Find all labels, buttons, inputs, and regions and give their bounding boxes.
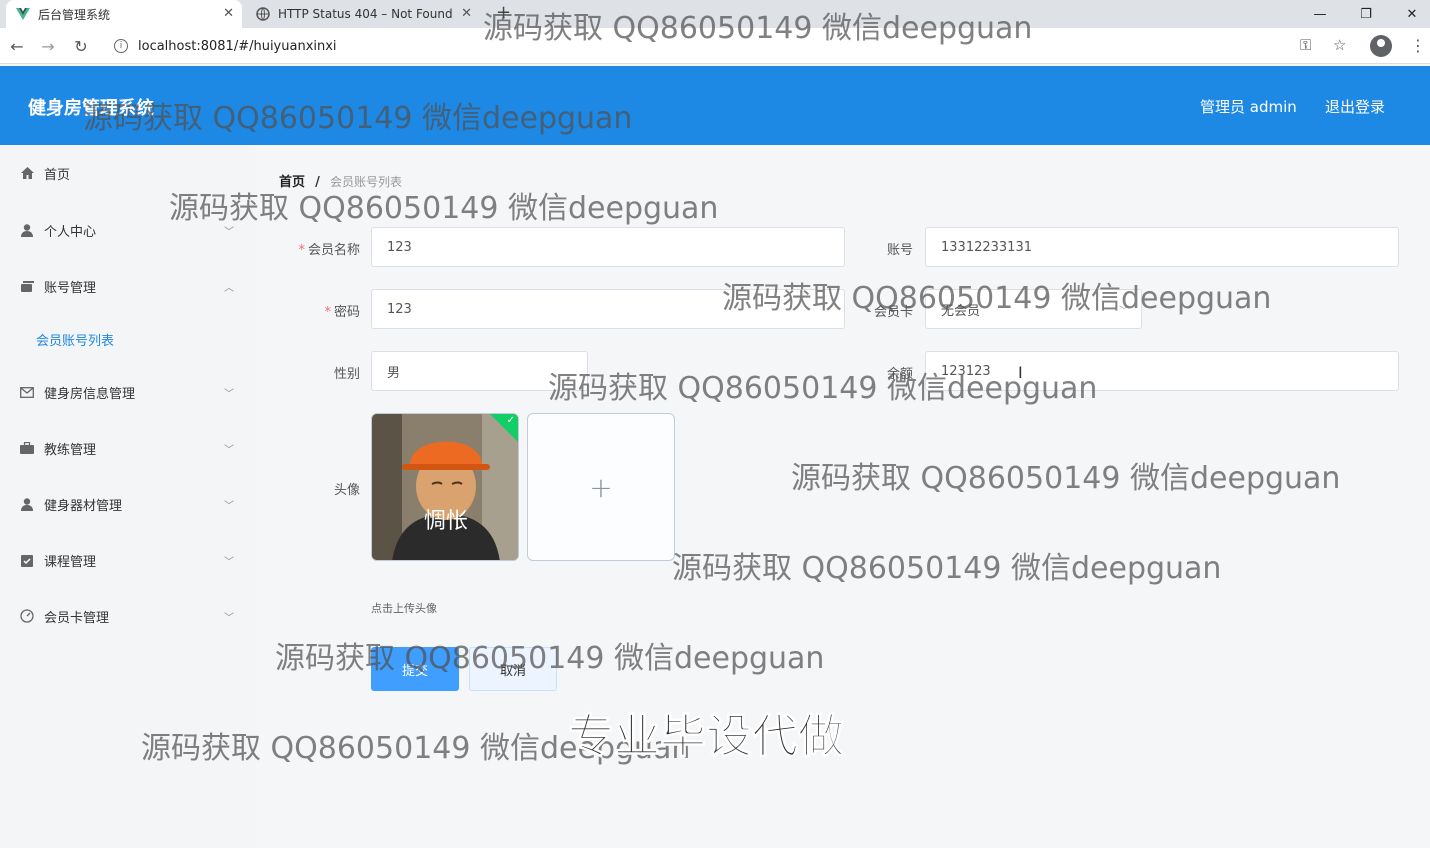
current-user: 管理员 admin — [1200, 98, 1297, 116]
account-icon — [20, 279, 34, 293]
chevron-down-icon: ﹀ — [1119, 306, 1129, 317]
cancel-button[interactable]: 取消 — [469, 647, 557, 691]
plus-icon: + — [589, 470, 613, 504]
sidebar-subitem-member-accounts[interactable]: 会员账号列表 — [36, 330, 114, 349]
name-label: * 会员名称 — [298, 243, 360, 258]
breadcrumb: 首页 / 会员账号列表 — [279, 171, 402, 190]
window-close-icon[interactable]: ✕ — [1389, 0, 1430, 28]
account-label: 账号 — [886, 243, 913, 258]
address-bar: ← → ↻ i localhost:8081/#/huiyuanxinxi ⚿ … — [0, 28, 1430, 64]
card-select[interactable]: 无会员 ﹀ — [925, 289, 1142, 329]
sidebar-item-gym-info[interactable]: 健身房信息管理 ﹀ — [0, 372, 255, 412]
logout-link[interactable]: 退出登录 — [1325, 96, 1385, 117]
gender-select[interactable]: 男 — [371, 351, 588, 391]
avatar-upload-button[interactable]: + — [527, 413, 675, 561]
sidebar-item-equipment[interactable]: 健身器材管理 ﹀ — [0, 484, 255, 524]
sidebar-item-label: 健身房信息管理 — [44, 386, 136, 402]
tab-close-icon[interactable]: ✕ — [461, 6, 472, 21]
upload-tip: 点击上传头像 — [371, 602, 437, 615]
star-icon[interactable]: ☆ — [1333, 36, 1346, 54]
user-icon — [20, 223, 34, 237]
chevron-down-icon: ﹀ — [224, 612, 234, 624]
mail-icon — [20, 385, 34, 399]
sidebar-item-label: 会员卡管理 — [44, 610, 110, 626]
chevron-down-icon: ﹀ — [224, 500, 234, 512]
vue-logo-icon — [16, 7, 30, 21]
breadcrumb-separator: / — [315, 175, 320, 190]
avatar-caption: 惆怅 — [424, 509, 468, 534]
sidebar-item-courses[interactable]: 课程管理 ﹀ — [0, 540, 255, 580]
password-input[interactable]: 123 — [371, 289, 845, 329]
browser-tab-title: HTTP Status 404 – Not Found — [278, 7, 453, 21]
sidebar-item-label: 首页 — [44, 167, 71, 183]
app-header: 健身房管理系统 管理员 admin 退出登录 — [0, 66, 1430, 145]
briefcase-icon — [20, 441, 34, 455]
sidebar-item-member-cards[interactable]: 会员卡管理 ﹀ — [0, 596, 255, 636]
url-text: localhost:8081/#/huiyuanxinxi — [138, 38, 337, 54]
breadcrumb-current: 会员账号列表 — [330, 175, 403, 189]
chevron-down-icon: ﹀ — [224, 226, 234, 238]
chevron-down-icon: ﹀ — [224, 388, 234, 400]
name-input[interactable]: 123 — [371, 227, 845, 267]
profile-icon[interactable] — [1370, 35, 1392, 57]
chevron-down-icon: ﹀ — [224, 444, 234, 456]
sidebar-item-label: 教练管理 — [44, 442, 97, 458]
balance-input[interactable]: 123123 — [925, 351, 1399, 391]
gauge-icon — [20, 609, 34, 623]
forward-icon[interactable]: → — [38, 36, 58, 56]
password-label: * 密码 — [324, 305, 360, 320]
avatar-preview[interactable]: 惆怅 ✓ — [371, 413, 519, 561]
sidebar-item-label: 健身器材管理 — [44, 498, 123, 514]
avatar-label: 头像 — [333, 483, 360, 498]
browser-tab-title: 后台管理系统 — [38, 7, 111, 22]
back-icon[interactable]: ← — [7, 36, 27, 56]
check-icon: ✓ — [506, 415, 515, 426]
card-label: 会员卡 — [873, 305, 913, 320]
browser-tab[interactable]: HTTP Status 404 – Not Found ✕ — [246, 0, 480, 28]
key-icon[interactable]: ⚿ — [1300, 36, 1311, 54]
new-tab-icon[interactable]: + — [496, 2, 511, 23]
checklist-icon — [20, 553, 34, 567]
sidebar-item-coaches[interactable]: 教练管理 ﹀ — [0, 428, 255, 468]
home-icon — [20, 166, 34, 180]
sidebar-item-accounts[interactable]: 账号管理 ︿ — [0, 266, 255, 306]
submit-button[interactable]: 提交 — [371, 647, 459, 691]
restore-icon[interactable]: ❐ — [1343, 0, 1389, 28]
info-icon[interactable]: i — [114, 39, 128, 53]
browser-tab-active[interactable]: 后台管理系统 ✕ — [6, 0, 242, 28]
sidebar-item-label: 个人中心 — [44, 224, 97, 240]
sidebar-item-home[interactable]: 首页 — [0, 153, 255, 193]
breadcrumb-home[interactable]: 首页 — [279, 175, 305, 190]
sidebar-item-label: 课程管理 — [44, 554, 97, 570]
browser-menu-icon[interactable]: ⋮ — [1410, 36, 1426, 55]
sidebar-item-label: 账号管理 — [44, 280, 97, 296]
sidebar-item-profile[interactable]: 个人中心 ﹀ — [0, 210, 255, 250]
balance-label: 余额 — [886, 367, 913, 382]
tab-close-icon[interactable]: ✕ — [223, 6, 234, 21]
app-brand: 健身房管理系统 — [28, 98, 154, 119]
chevron-up-icon: ︿ — [224, 282, 234, 294]
url-field[interactable]: i localhost:8081/#/huiyuanxinxi — [104, 32, 1338, 60]
browser-tab-bar: 后台管理系统 ✕ HTTP Status 404 – Not Found ✕ +… — [0, 0, 1430, 28]
globe-icon — [256, 7, 270, 21]
user-icon — [20, 497, 34, 511]
minimize-icon[interactable]: — — [1297, 0, 1343, 28]
chevron-down-icon: ﹀ — [224, 556, 234, 568]
reload-icon[interactable]: ↻ — [71, 36, 91, 56]
text-cursor-icon: I — [1018, 363, 1023, 382]
gender-label: 性别 — [333, 367, 360, 382]
avatar-image: 惆怅 — [372, 414, 518, 560]
account-input[interactable]: 13312233131 — [925, 227, 1399, 267]
